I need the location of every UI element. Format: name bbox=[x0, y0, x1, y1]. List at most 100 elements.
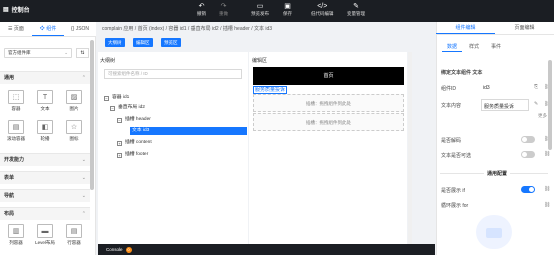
scroll-container-icon: ▤ bbox=[8, 120, 24, 134]
outline-tree-button[interactable]: 大纲树 bbox=[105, 38, 125, 47]
section-dev[interactable]: 开发能力 ⌄ bbox=[0, 153, 90, 166]
canvas-scrollbar[interactable] bbox=[408, 52, 412, 244]
save-button[interactable]: ▣ 保存 bbox=[283, 2, 292, 17]
redo-button[interactable]: ↷ 重做 bbox=[219, 2, 228, 17]
link-icon[interactable]: ⛓ bbox=[544, 151, 550, 157]
section-layout[interactable]: 布局 ⌃ bbox=[0, 207, 90, 220]
tab-page-edit[interactable]: 页面编辑 bbox=[495, 22, 554, 34]
tab-page[interactable]: ☰ 页面 bbox=[0, 22, 32, 36]
column-container-icon: ▥ bbox=[8, 224, 24, 238]
component-text[interactable]: T 文本 bbox=[33, 90, 57, 112]
low-code-edit-button[interactable]: </> 低代码编辑 bbox=[311, 2, 334, 17]
component-carousel[interactable]: ◧ 轮播 bbox=[33, 120, 57, 142]
show-if-label: 是否展示 if bbox=[441, 188, 465, 194]
chevron-down-icon: ⌄ bbox=[81, 193, 86, 199]
collapse-icon: − bbox=[104, 95, 109, 101]
loop-for-label: 循环展示 for bbox=[441, 203, 469, 209]
expand-icon: + bbox=[117, 140, 122, 146]
console-icon: ▤ bbox=[3, 7, 9, 13]
slot-content[interactable]: 插槽：拖拽组件到此处 bbox=[253, 94, 404, 112]
tab-json[interactable]: {} JSON bbox=[64, 22, 96, 36]
tree-node[interactable]: − 容器 id1 bbox=[104, 94, 129, 102]
component-id-label: 组件ID bbox=[441, 86, 457, 92]
left-tabs: ☰ 页面 ❖ 组件 {} JSON bbox=[0, 22, 96, 37]
edit-area-button[interactable]: 编辑区 bbox=[133, 38, 153, 47]
level-layout-icon: ▬ bbox=[37, 224, 53, 238]
chevron-down-icon: ⌄ bbox=[64, 50, 68, 55]
expand-icon: + bbox=[117, 152, 122, 158]
component-image[interactable]: ▨ 图片 bbox=[62, 90, 86, 112]
star-icon: ☆ bbox=[66, 120, 82, 134]
selected-text-component[interactable]: 服务质量投诉 bbox=[253, 86, 288, 94]
link-icon[interactable]: ⛓ bbox=[544, 186, 550, 192]
tree-node[interactable]: − 垂直布局 id2 bbox=[110, 104, 145, 112]
tree-node-selected[interactable]: 文本 id3 bbox=[130, 127, 247, 135]
variable-icon: ✎ bbox=[353, 3, 359, 10]
variable-manage-button[interactable]: ✎ 变量管理 bbox=[347, 2, 365, 17]
console-brand[interactable]: ▤ 控制台 bbox=[3, 5, 30, 14]
outline-tree-label: 大纲树 bbox=[100, 58, 116, 64]
section-nav[interactable]: 导航 ⌄ bbox=[0, 189, 90, 202]
component-scroll-container[interactable]: ▤ 滚动容器 bbox=[4, 120, 28, 142]
image-icon: ▨ bbox=[66, 90, 82, 104]
tree-node[interactable]: + 插槽 footer bbox=[117, 151, 148, 159]
container-icon: ⬚ bbox=[8, 90, 24, 104]
carousel-icon: ◧ bbox=[37, 120, 53, 134]
preview-publish-button[interactable]: ▭ 预览发布 bbox=[251, 2, 269, 17]
tab-event[interactable]: 事件 bbox=[486, 42, 506, 52]
tree-search-input[interactable]: 可搜索组件名称 / ID bbox=[104, 69, 242, 79]
sort-icon: ⇅ bbox=[80, 50, 85, 56]
undo-button[interactable]: ↶ 撤销 bbox=[197, 2, 206, 17]
preview-area-button[interactable]: 预览区 bbox=[161, 38, 181, 47]
library-select[interactable]: 官方组件库 ⌄ bbox=[4, 48, 72, 58]
console-badge: 0 bbox=[125, 247, 132, 253]
edit-area-label: 编辑区 bbox=[252, 58, 268, 64]
component-level-layout[interactable]: ▬ Level布局 bbox=[33, 224, 57, 246]
selectable-label: 文本是否可选 bbox=[441, 153, 472, 159]
tree-node[interactable]: − 插槽 header bbox=[117, 116, 151, 124]
tab-style[interactable]: 样式 bbox=[464, 42, 484, 52]
top-bar bbox=[0, 0, 554, 22]
tab-components[interactable]: ❖ 组件 bbox=[32, 22, 64, 36]
text-content-label: 文本内容 bbox=[441, 103, 462, 109]
left-panel: 官方组件库 ⌄ ⇅ 通用 ⌃ ⬚ 容器 T 文本 ▨ 图片 ▤ 滚动容器 ◧ 轮播 ☆ 图标 开… bbox=[0, 37, 96, 255]
code-edit-icon: </> bbox=[317, 3, 328, 10]
save-icon: ▣ bbox=[284, 3, 291, 10]
console-title: 控制台 bbox=[11, 8, 30, 14]
component-column-container[interactable]: ▥ 列容器 bbox=[4, 224, 28, 246]
slot-footer[interactable]: 插槽：拖拽组件到此处 bbox=[253, 113, 404, 131]
tab-component-edit[interactable]: 组件编辑 bbox=[436, 22, 495, 34]
escape-label: 是否解码 bbox=[441, 138, 462, 144]
edit-icon[interactable]: ✎ bbox=[534, 101, 538, 107]
chevron-down-icon: ⌄ bbox=[81, 175, 86, 181]
generic-section-title: 通用配置 bbox=[484, 170, 511, 177]
left-scrollbar[interactable] bbox=[90, 40, 94, 190]
section-form[interactable]: 表单 ⌄ bbox=[0, 171, 90, 184]
page-title-bar[interactable]: 首页 bbox=[253, 67, 404, 85]
text-icon: T bbox=[37, 90, 53, 104]
copy-icon[interactable]: ⎘ bbox=[534, 84, 538, 90]
link-icon[interactable]: ⛓ bbox=[544, 202, 550, 208]
chevron-down-icon: ⌄ bbox=[81, 157, 86, 163]
more-link[interactable]: 更多 bbox=[538, 113, 547, 119]
section-title: 绑定文本组件 文本 bbox=[441, 70, 483, 76]
tab-data[interactable]: 数据 bbox=[442, 42, 463, 52]
section-common[interactable]: 通用 ⌃ bbox=[0, 71, 90, 84]
console-bar[interactable]: Console 0 bbox=[98, 244, 435, 255]
preview-icon: ▭ bbox=[256, 3, 264, 10]
right-scrollbar[interactable] bbox=[548, 60, 552, 150]
breadcrumb: complain 应用 / 首页 (index) / 容器 id1 / 垂直布局… bbox=[102, 26, 273, 32]
component-row-container[interactable]: ▤ 行容器 bbox=[62, 224, 86, 246]
chevron-up-icon: ⌃ bbox=[81, 211, 86, 217]
right-tabs: 组件编辑 页面编辑 bbox=[436, 22, 554, 35]
tree-node[interactable]: + 插槽 content bbox=[117, 139, 152, 147]
show-if-toggle[interactable] bbox=[521, 186, 535, 193]
row-container-icon: ▤ bbox=[66, 224, 82, 238]
text-content-input[interactable]: 服务质量投诉 bbox=[481, 99, 529, 111]
escape-toggle[interactable] bbox=[521, 136, 535, 143]
sort-button[interactable]: ⇅ bbox=[76, 48, 89, 58]
selectable-toggle[interactable] bbox=[521, 151, 535, 158]
component-icon[interactable]: ☆ 图标 bbox=[62, 120, 86, 142]
component-container[interactable]: ⬚ 容器 bbox=[4, 90, 28, 112]
collapse-icon: − bbox=[117, 117, 122, 123]
